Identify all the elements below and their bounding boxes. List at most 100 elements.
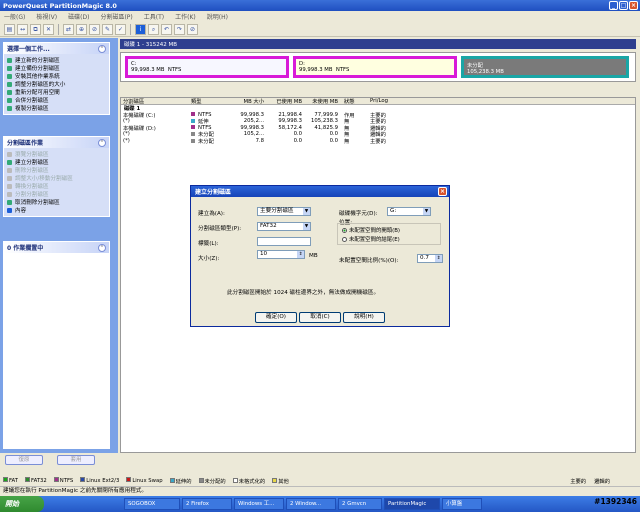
- fs-type-select[interactable]: FAT32 ▼: [257, 222, 311, 231]
- close-button[interactable]: ×: [629, 1, 638, 10]
- task-item[interactable]: 建立新的分割磁區: [7, 56, 106, 64]
- task-item[interactable]: 重新分配可用空間: [7, 88, 106, 96]
- task-icon: [7, 65, 12, 71]
- copy-icon[interactable]: ⧉: [30, 23, 41, 35]
- create-as-select[interactable]: 主要分割磁區 ▼: [257, 207, 311, 216]
- collapse-icon[interactable]: ⌃: [98, 243, 106, 252]
- task-item[interactable]: 調整分割磁區的大小: [7, 80, 106, 88]
- ok-button[interactable]: 確定(O): [255, 312, 297, 323]
- radio-selected-icon[interactable]: [342, 228, 347, 233]
- table-row[interactable]: (*) 未分配 7.8 0.0 0.0 無 主要的: [121, 138, 635, 145]
- position-begin-option[interactable]: 未配置空間的開頭(B): [342, 226, 400, 234]
- ops-panel-header[interactable]: 分割磁區作業 ⌃: [4, 137, 109, 148]
- convert-icon[interactable]: ⇄: [63, 23, 74, 35]
- percent-input[interactable]: 0.7 ⇕: [417, 254, 443, 263]
- op-item[interactable]: 內容: [7, 206, 106, 214]
- col-used[interactable]: 已使用 MB: [264, 97, 302, 105]
- cell-unused-text: 41,825.9: [314, 124, 338, 131]
- cancel-button[interactable]: 取消(C): [299, 312, 341, 323]
- menu-partition[interactable]: 分割磁區(P): [100, 12, 132, 21]
- tasks-panel-body: 建立新的分割磁區 建立備份分割磁區 安裝其他作業系統 調整分割磁區的大小 重新分…: [4, 54, 109, 114]
- radio-icon[interactable]: [342, 237, 347, 242]
- help-button[interactable]: 說明(H): [343, 312, 385, 323]
- stop-icon[interactable]: ⊘: [187, 23, 198, 35]
- collapse-icon[interactable]: ⌃: [98, 44, 106, 53]
- task-item[interactable]: 合併分割磁區: [7, 96, 106, 104]
- op-icon: [7, 167, 12, 173]
- taskbar-item[interactable]: 小算盤: [442, 498, 482, 510]
- volume-label-input[interactable]: [257, 237, 311, 246]
- taskbar-item[interactable]: PartitionMagic: [384, 498, 440, 510]
- legend-bar: FAT FAT32 NTFS Linux Ext2/3 Linux Swap 延伸的 未分配…: [0, 476, 640, 485]
- spin-icon[interactable]: ⇕: [297, 251, 304, 258]
- cell-type: 未分配: [191, 137, 236, 145]
- task-item[interactable]: 複製分割磁區: [7, 104, 106, 112]
- chevron-down-icon[interactable]: ▼: [303, 208, 310, 215]
- task-item[interactable]: 建立備份分割磁區: [7, 64, 106, 72]
- undo-button[interactable]: 復原: [5, 455, 43, 465]
- resize-icon[interactable]: ↔: [17, 23, 28, 35]
- start-button[interactable]: 開始: [0, 496, 44, 512]
- task-item[interactable]: 安裝其他作業系統: [7, 72, 106, 80]
- collapse-icon[interactable]: ⌃: [98, 138, 106, 147]
- undo-icon[interactable]: ↶: [161, 23, 172, 35]
- redo-icon[interactable]: ↷: [174, 23, 185, 35]
- op-item[interactable]: 建立分割磁區: [7, 158, 106, 166]
- menu-help[interactable]: 說明(H): [207, 12, 228, 21]
- taskbar: 開始 SOGOBOX 2 Firefox Windows 工... 2 Wind…: [0, 496, 640, 512]
- chevron-down-icon[interactable]: ▼: [423, 208, 430, 215]
- delete-icon[interactable]: ✕: [43, 23, 54, 35]
- spin-icon[interactable]: ⇕: [435, 255, 442, 262]
- check-icon[interactable]: ✓: [115, 23, 126, 35]
- taskbar-item[interactable]: Windows 工...: [234, 498, 284, 510]
- op-item[interactable]: 瀏覽分割磁區: [7, 150, 106, 158]
- apply-button[interactable]: 套用: [57, 455, 95, 465]
- col-status[interactable]: 狀態: [338, 97, 366, 105]
- dialog-close-button[interactable]: ×: [438, 187, 447, 196]
- op-item[interactable]: 分割分割磁區: [7, 190, 106, 198]
- taskbar-item[interactable]: SOGOBOX: [124, 498, 180, 510]
- volume-label-label: 標籤(L):: [198, 241, 219, 247]
- op-item[interactable]: 調整大小/移動分割磁區: [7, 174, 106, 182]
- partition-block-unallocated[interactable]: 未分配 105,238.3 MB: [461, 56, 629, 78]
- partition-block-d[interactable]: D: 99,998.3 MB NTFS: [293, 56, 457, 78]
- col-type[interactable]: 類型: [191, 97, 236, 105]
- info-icon[interactable]: i: [135, 23, 146, 35]
- legend-item: Linux Ext2/3: [80, 477, 119, 484]
- tasks-panel-header[interactable]: 選擇一個工作... ⌃: [4, 43, 109, 54]
- op-item[interactable]: 取消刪除分割磁區: [7, 198, 106, 206]
- menu-general[interactable]: 一般(G): [4, 12, 25, 21]
- menu-tasks[interactable]: 工作(K): [175, 12, 196, 21]
- size-input[interactable]: 10 ⇕: [257, 250, 305, 259]
- menu-disk[interactable]: 磁碟(D): [68, 12, 89, 21]
- chevron-down-icon[interactable]: ▼: [303, 223, 310, 230]
- merge-icon[interactable]: ⊕: [76, 23, 87, 35]
- taskbar-item[interactable]: 2 Firefox: [182, 498, 232, 510]
- drive-letter-select[interactable]: G: ▼: [387, 207, 431, 216]
- op-item[interactable]: 刪除分割磁區: [7, 166, 106, 174]
- cell-unused-text: 77,999.9: [314, 111, 338, 118]
- menu-view[interactable]: 檢視(V): [36, 12, 57, 21]
- cell-partition-text: (*): [123, 137, 130, 144]
- size-value: 10: [260, 251, 268, 257]
- col-size[interactable]: MB 大小: [236, 97, 264, 105]
- position-end-option[interactable]: 未配置空間的結尾(E): [342, 235, 400, 243]
- col-prilog[interactable]: Pri/Log: [366, 98, 406, 104]
- browse-icon[interactable]: ⌕: [148, 23, 159, 35]
- col-unused[interactable]: 未使用 MB: [302, 97, 338, 105]
- split-icon[interactable]: ⊘: [89, 23, 100, 35]
- create-partition-icon[interactable]: ▤: [4, 23, 15, 35]
- op-item[interactable]: 轉換分割磁區: [7, 182, 106, 190]
- menu-tools[interactable]: 工具(T): [144, 12, 164, 21]
- op-label: 內容: [15, 208, 27, 214]
- taskbar-item[interactable]: 2 Gmvcn: [338, 498, 382, 510]
- pending-panel-header[interactable]: 0 作業擱置中 ⌃: [4, 242, 109, 253]
- taskbar-item[interactable]: 2 Window...: [286, 498, 336, 510]
- minimize-button[interactable]: _: [609, 1, 618, 10]
- disk-header[interactable]: 磁碟 1 - 315242 MB: [120, 39, 636, 49]
- label-icon[interactable]: ✎: [102, 23, 113, 35]
- maximize-button[interactable]: □: [619, 1, 628, 10]
- partition-size-value: 99,998.3 MB: [299, 67, 333, 73]
- partition-block-c[interactable]: C: 99,998.3 MB NTFS: [125, 56, 289, 78]
- legend-label: 其他: [278, 478, 289, 485]
